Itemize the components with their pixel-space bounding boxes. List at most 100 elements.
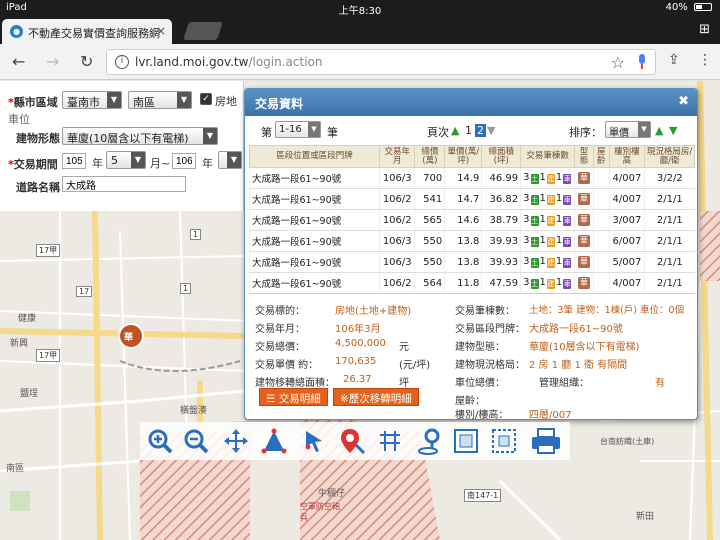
table-row[interactable]: 大成路一段61~90號 106/2 565 14.6 38.79 3 土 1 建 1 車華 3/007… xyxy=(249,209,695,231)
table-row[interactable]: 大成路一段61~90號 106/2 564 11.8 47.59 3 土 1 建 1 車華 4/007… xyxy=(249,272,695,294)
transaction-detail-button[interactable]: ☰ 交易明細 xyxy=(259,388,328,406)
cell-area: 46.99 xyxy=(481,167,521,189)
map-toolbar xyxy=(140,422,570,460)
route-shield: 南147-1 xyxy=(464,489,502,502)
cell-layout: 2/1/1 xyxy=(644,272,695,294)
mic-icon[interactable] xyxy=(637,54,647,70)
route-shield: 17甲 xyxy=(36,244,61,257)
cell-type: 華 xyxy=(574,209,594,231)
detail-value: 26.37 xyxy=(343,374,372,385)
map-place-label: 牛稠仔 xyxy=(318,489,346,499)
detail-label: 交易年月： xyxy=(255,324,305,335)
detail-label: 交易標的： xyxy=(255,306,305,317)
extent-tool-icon[interactable] xyxy=(490,427,518,455)
map-marker-icon[interactable] xyxy=(416,427,444,455)
page-link-1[interactable]: 1 xyxy=(465,124,472,137)
building-type-badge: 華 xyxy=(578,193,591,205)
county-select[interactable]: 臺南市 ▼ xyxy=(62,91,122,109)
to-year-input[interactable] xyxy=(172,153,196,169)
road-label: 道路名稱 xyxy=(16,181,60,194)
bookmark-star-icon[interactable]: ☆ xyxy=(611,53,625,72)
location-pin-icon[interactable] xyxy=(338,427,366,455)
cell-layout: 2/1/1 xyxy=(644,251,695,273)
zoom-out-icon[interactable] xyxy=(182,427,210,455)
cell-total: 541 xyxy=(414,188,445,210)
year-unit: 年 xyxy=(202,157,213,170)
tab-switcher-icon[interactable]: ⊞ xyxy=(699,22,710,37)
page-suffix: 筆 xyxy=(327,126,338,139)
reload-icon[interactable]: ↻ xyxy=(80,52,93,71)
sort-select[interactable]: 單價 ▼ xyxy=(605,121,651,139)
cell-area: 47.59 xyxy=(481,272,521,294)
prev-page-icon[interactable]: ▲ xyxy=(451,124,459,137)
cell-unit: 14.6 xyxy=(444,209,482,231)
table-row[interactable]: 大成路一段61~90號 106/2 541 14.7 36.82 3 土 1 建 1 車華 4/007… xyxy=(249,188,695,210)
cell-ym: 106/2 xyxy=(378,188,415,210)
grid-tool-icon[interactable] xyxy=(376,427,404,455)
cell-layout: 3/2/2 xyxy=(644,167,695,189)
map-marker[interactable]: 華 xyxy=(124,330,133,343)
transaction-table: 區段位置或區段門牌 交易年月 總價(萬) 單價(萬/坪) 總面積(坪) 交易筆棟數 型態 屋齡… xyxy=(249,145,695,294)
cell-age xyxy=(592,230,610,252)
zoom-in-icon[interactable] xyxy=(146,427,174,455)
select-arrow-icon[interactable] xyxy=(300,427,328,455)
column-header: 交易筆棟數 xyxy=(520,145,576,168)
page-link-2[interactable]: 2 xyxy=(475,124,486,137)
from-year-input[interactable] xyxy=(62,153,86,169)
column-header: 交易年月 xyxy=(378,145,416,168)
close-tab-icon[interactable]: × xyxy=(156,24,166,38)
close-icon[interactable]: ✖ xyxy=(678,94,689,109)
transaction-dialog: 交易資料 ✖ 第 1-16 ▼ 筆 頁次 ▲ 1 2 ▼ 排序： 單價 ▼ ▲ ▼ … xyxy=(244,88,698,421)
address-bar[interactable]: i lvr.land.moi.gov.tw/login.action ☆ xyxy=(106,49,656,75)
cell-total: 700 xyxy=(414,167,445,189)
cell-unit: 14.7 xyxy=(444,188,482,210)
detail-unit: 元 xyxy=(399,342,409,353)
house-label: 房地 xyxy=(215,95,237,108)
info-icon[interactable]: i xyxy=(115,55,129,69)
sort-label: 排序： xyxy=(569,126,602,139)
new-tab-button[interactable] xyxy=(183,22,223,40)
detail-label: 交易區段門牌： xyxy=(455,324,525,335)
detail-label: 交易筆棟數： xyxy=(455,306,515,317)
pan-icon[interactable] xyxy=(222,427,250,455)
cell-unit: 14.9 xyxy=(444,167,482,189)
month-to-text: 月~ xyxy=(150,157,171,170)
to-month-select[interactable]: ▼ xyxy=(218,151,242,169)
url-text[interactable]: lvr.land.moi.gov.tw/login.action xyxy=(135,55,322,69)
period-label: *交易期間 xyxy=(8,158,58,171)
frame-tool-icon[interactable] xyxy=(452,427,480,455)
cell-layout: 2/1/1 xyxy=(644,230,695,252)
page-prefix: 第 xyxy=(261,126,272,139)
print-icon[interactable] xyxy=(530,427,562,455)
transfer-history-button[interactable]: ※歷次移轉明細 xyxy=(333,388,419,406)
detail-value: 4,500,000 xyxy=(335,338,386,349)
house-checkbox[interactable]: ✓ xyxy=(200,93,212,105)
map-place-label: 台南紡織(土庫) xyxy=(600,437,655,446)
district-select[interactable]: 南區 ▼ xyxy=(128,91,192,109)
cell-addr: 大成路一段61~90號 xyxy=(249,188,380,210)
table-row[interactable]: 大成路一段61~90號 106/3 700 14.9 46.99 3 土 1 建 1 車華 4/007… xyxy=(249,167,695,189)
column-header: 總面積(坪) xyxy=(481,145,522,168)
map-place-label: 空軍防空砲兵 xyxy=(300,502,340,522)
back-arrow-icon[interactable]: ← xyxy=(12,52,25,71)
table-row[interactable]: 大成路一段61~90號 106/3 550 13.8 39.93 3 土 1 建 1 車華 5/007… xyxy=(249,251,695,273)
sort-desc-icon[interactable]: ▼ xyxy=(669,124,677,137)
tab-title: 不動產交易實價查詢服務網 xyxy=(28,27,160,40)
sort-asc-icon[interactable]: ▲ xyxy=(655,124,663,137)
cell-addr: 大成路一段61~90號 xyxy=(249,167,380,189)
record-range-select[interactable]: 1-16 ▼ xyxy=(275,121,321,138)
forward-arrow-icon[interactable]: → xyxy=(46,52,59,71)
next-page-icon[interactable]: ▼ xyxy=(487,124,495,137)
building-type-select[interactable]: 華廈(10層含以下有電梯) ▼ xyxy=(62,127,218,145)
table-row[interactable]: 大成路一段61~90號 106/3 550 13.8 39.93 3 土 1 建 1 車華 6/007… xyxy=(249,230,695,252)
cell-area: 36.82 xyxy=(481,188,521,210)
detail-value: 2 房 1 廳 1 衛 有隔間 xyxy=(529,360,628,371)
building-type-label: 建物形態 xyxy=(16,132,60,145)
from-month-select[interactable]: 5 ▼ xyxy=(106,151,146,169)
menu-dots-icon[interactable]: ⋮ xyxy=(698,52,712,68)
share-icon[interactable]: ⇪ xyxy=(668,52,680,68)
transaction-detail: 交易標的： 房地(土地+建物) 交易年月： 106年3月 交易總價： 4,500… xyxy=(249,293,695,421)
measure-area-icon[interactable] xyxy=(260,427,288,455)
road-input[interactable] xyxy=(62,176,186,192)
tab-active[interactable]: ● 不動產交易實價查詢服務網 × xyxy=(2,19,172,44)
